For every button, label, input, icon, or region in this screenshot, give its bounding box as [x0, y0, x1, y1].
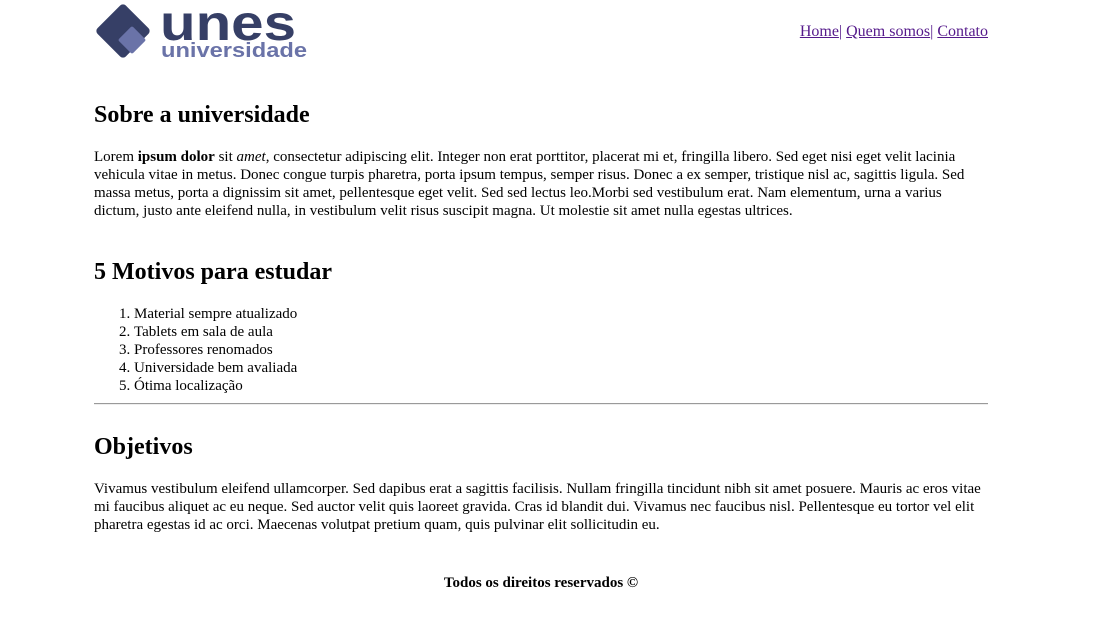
content-container: unes universidade Home| Quem somos| Cont… [94, 0, 988, 533]
nav-link-quem-somos[interactable]: Quem somos [846, 23, 930, 40]
site-footer: Todos os direitos reservados © [0, 574, 1082, 592]
unes-logo[interactable]: unes universidade [94, 0, 310, 62]
page: unes universidade Home| Quem somos| Cont… [0, 0, 1098, 618]
nav-separator: | [930, 23, 934, 40]
main-nav: Home| Quem somos| Contato [800, 22, 988, 42]
logo-tagline: universidade [161, 40, 307, 62]
list-item: Tablets em sala de aula [134, 323, 297, 341]
about-text-start: Lorem [94, 149, 138, 165]
section-title-about: Sobre a universidade [94, 102, 310, 128]
section-title-reasons: 5 Motivos para estudar [94, 259, 332, 285]
about-text-mid: sit [214, 149, 237, 165]
list-item: Material sempre atualizado [134, 305, 297, 323]
reasons-list: Material sempre atualizado Tablets em sa… [94, 305, 297, 395]
section-divider [94, 403, 988, 405]
list-item: Universidade bem avaliada [134, 359, 297, 377]
list-item: Professores renomados [134, 341, 297, 359]
about-text-bold: ipsum dolor [137, 149, 215, 165]
site-header: unes universidade Home| Quem somos| Cont… [94, 0, 988, 70]
copyright-text: Todos os direitos reservados © [443, 575, 639, 591]
about-text-italic: amet [236, 149, 266, 165]
about-paragraph: Lorem ipsum dolor sit amet, consectetur … [94, 148, 988, 220]
nav-link-contato[interactable]: Contato [937, 23, 988, 40]
logo-graphic: unes universidade [96, 0, 307, 62]
goals-paragraph: Vivamus vestibulum eleifend ullamcorper.… [94, 481, 981, 533]
nav-link-home[interactable]: Home [800, 23, 839, 40]
nav-separator: | [838, 23, 843, 40]
list-item: Ótima localização [134, 377, 297, 395]
section-title-goals: Objetivos [94, 434, 193, 460]
